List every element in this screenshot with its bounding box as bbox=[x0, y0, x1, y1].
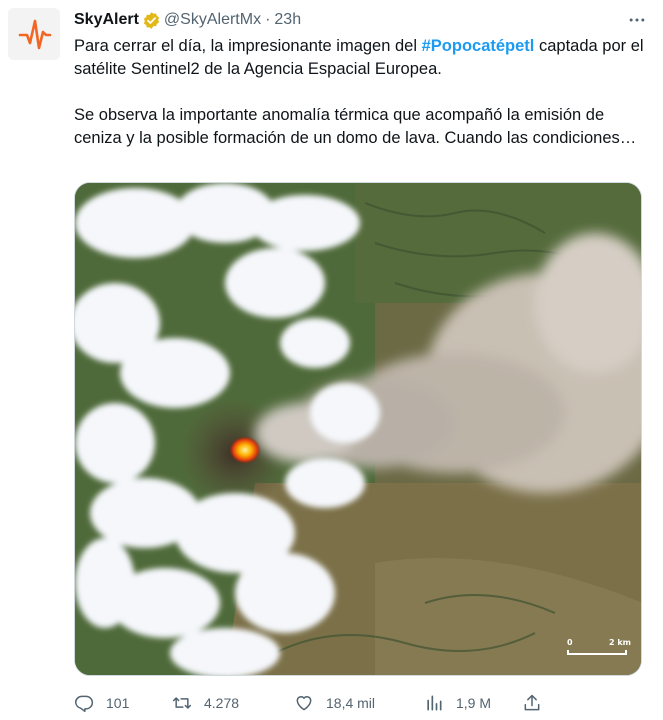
tweet-text: Para cerrar el día, la impresionante ima… bbox=[74, 35, 644, 150]
verified-badge-icon[interactable] bbox=[142, 11, 161, 30]
scale-start-label: 0 bbox=[567, 638, 573, 647]
scale-end-label: 2 km bbox=[608, 638, 631, 647]
tweet-header: SkyAlert @SkyAlertMx · 23h bbox=[74, 9, 651, 31]
reply-button[interactable]: 101 bbox=[74, 693, 172, 713]
tweet-paragraph-2: Se observa la importante anomalía térmic… bbox=[74, 106, 637, 147]
skyalert-logo-icon bbox=[8, 8, 60, 60]
heart-icon bbox=[296, 696, 312, 711]
satellite-image bbox=[75, 183, 641, 675]
tweet-media-image[interactable]: 0 2 km bbox=[74, 182, 642, 676]
views-button[interactable]: 1,9 M bbox=[424, 693, 522, 713]
repost-count: 4.278 bbox=[204, 695, 240, 711]
avatar[interactable] bbox=[8, 8, 60, 60]
tweet[interactable]: SkyAlert @SkyAlertMx · 23h Para cerrar e… bbox=[0, 0, 663, 720]
timestamp[interactable]: 23h bbox=[274, 11, 301, 29]
author-handle[interactable]: @SkyAlertMx bbox=[164, 11, 261, 29]
author-name[interactable]: SkyAlert bbox=[74, 11, 139, 29]
scale-bar: 0 2 km bbox=[561, 631, 631, 661]
separator-dot: · bbox=[265, 11, 271, 28]
repost-button[interactable]: 4.278 bbox=[172, 693, 294, 713]
more-icon[interactable] bbox=[623, 9, 651, 31]
views-count: 1,9 M bbox=[456, 695, 492, 711]
repost-icon bbox=[172, 697, 192, 709]
share-button[interactable] bbox=[522, 693, 542, 713]
hashtag-link[interactable]: #Popocatépetl bbox=[422, 37, 535, 55]
action-bar: 101 4.278 18,4 mil 1,9 M bbox=[74, 689, 554, 717]
scale-line bbox=[567, 650, 627, 655]
text-segment: Para cerrar el día, la impresionante ima… bbox=[74, 37, 422, 55]
share-icon bbox=[524, 694, 540, 711]
like-count: 18,4 mil bbox=[326, 695, 376, 711]
like-button[interactable]: 18,4 mil bbox=[294, 693, 424, 713]
reply-icon bbox=[74, 695, 94, 713]
views-icon bbox=[427, 695, 442, 711]
reply-count: 101 bbox=[106, 695, 130, 711]
tweet-paragraph-1: Para cerrar el día, la impresionante ima… bbox=[74, 35, 644, 81]
